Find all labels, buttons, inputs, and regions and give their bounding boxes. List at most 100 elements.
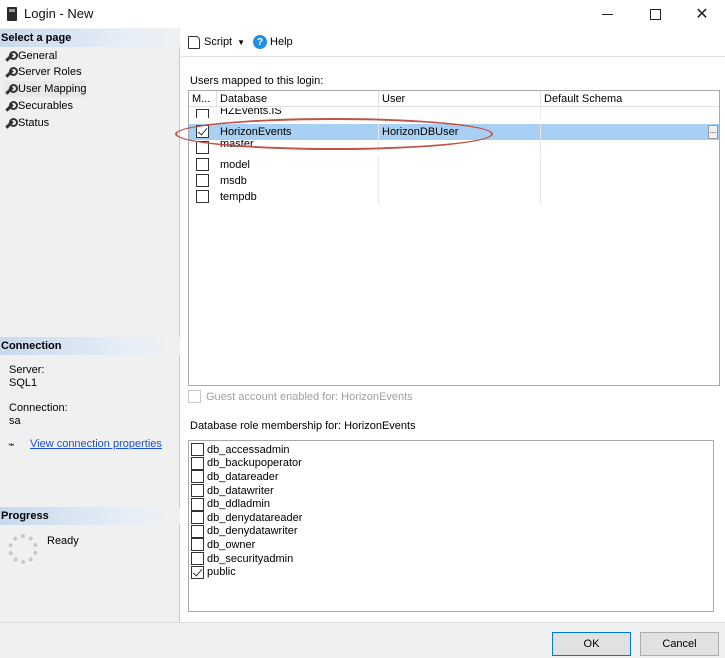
list-item[interactable]: public — [191, 565, 236, 579]
list-item[interactable]: db_denydatawriter — [191, 524, 298, 539]
list-item[interactable]: db_datawriter — [191, 484, 274, 498]
role-label: db_securityadmin — [207, 552, 294, 565]
map-checkbox[interactable] — [196, 174, 209, 187]
maximize-icon — [649, 8, 661, 20]
user-cell[interactable] — [379, 108, 541, 118]
guest-account-row: Guest account enabled for: HorizonEvents — [188, 390, 413, 403]
grid-header: M... Database User Default Schema — [189, 91, 719, 107]
role-checkbox[interactable] — [191, 470, 204, 484]
list-item[interactable]: db_datareader — [191, 470, 279, 484]
role-label: db_datareader — [207, 470, 279, 483]
nav-item-label: User Mapping — [18, 83, 87, 95]
users-mapped-grid: M... Database User Default Schema HZEven… — [188, 90, 720, 386]
nav-item-user-mapping[interactable]: User Mapping — [4, 81, 87, 97]
table-row[interactable]: HZEvents.IS — [189, 108, 719, 118]
table-row[interactable]: master — [189, 140, 719, 156]
column-header-database[interactable]: Database — [217, 91, 379, 107]
role-checkbox[interactable] — [191, 524, 204, 538]
user-cell[interactable] — [379, 189, 541, 205]
role-checkbox[interactable] — [191, 484, 204, 498]
list-item[interactable]: db_ddladmin — [191, 497, 270, 511]
map-checkbox[interactable] — [196, 158, 209, 171]
role-checkbox[interactable] — [191, 511, 204, 525]
role-checkbox[interactable] — [191, 497, 204, 511]
list-item[interactable]: db_securityadmin — [191, 552, 293, 566]
database-cell: master — [217, 140, 379, 152]
role-checkbox[interactable] — [191, 552, 204, 566]
nav-item-status[interactable]: Status — [4, 115, 49, 131]
role-checkbox[interactable] — [191, 565, 204, 579]
database-cell: msdb — [217, 173, 379, 189]
column-header-user[interactable]: User — [379, 91, 541, 107]
nav-item-label: Securables — [18, 100, 74, 112]
cancel-button[interactable]: Cancel — [640, 632, 719, 656]
chevron-down-icon[interactable]: ▼ — [237, 38, 245, 47]
connection-properties-icon: ⌁ — [8, 439, 15, 451]
user-cell[interactable] — [379, 140, 541, 156]
role-checkbox[interactable] — [191, 456, 204, 470]
ok-button[interactable]: OK — [552, 632, 631, 656]
nav-item-securables[interactable]: Securables — [4, 98, 73, 114]
progress-spinner-icon — [8, 534, 38, 564]
schema-cell[interactable] — [541, 124, 719, 140]
view-connection-properties-link[interactable]: View connection properties — [30, 438, 162, 450]
guest-account-label: Guest account enabled for: HorizonEvents — [206, 390, 413, 403]
script-label: Script — [204, 36, 233, 48]
map-checkbox[interactable] — [196, 125, 209, 138]
list-item[interactable]: db_backupoperator — [191, 456, 302, 471]
schema-cell[interactable] — [541, 189, 719, 205]
table-row[interactable]: msdb — [189, 173, 719, 189]
window-title: Login - New — [24, 6, 94, 21]
database-cell: model — [217, 157, 379, 173]
connection-label: Connection: — [9, 402, 68, 414]
users-mapped-label: Users mapped to this login: — [190, 75, 324, 87]
list-item[interactable]: db_denydatareader — [191, 511, 302, 525]
nav-item-label: General — [18, 50, 58, 62]
nav-item-general[interactable]: General — [4, 48, 57, 64]
maximize-button[interactable] — [632, 0, 678, 28]
table-row[interactable]: tempdb — [189, 189, 719, 205]
help-button[interactable]: ? Help — [253, 35, 293, 49]
schema-cell[interactable] — [541, 108, 719, 118]
progress-header: Progress — [0, 507, 180, 525]
table-row-selected[interactable]: HorizonEvents HorizonDBUser ... — [189, 124, 719, 140]
role-checkbox[interactable] — [191, 443, 204, 457]
script-button[interactable]: Script ▼ — [188, 35, 245, 49]
connection-header: Connection — [0, 337, 180, 355]
role-label: db_backupoperator — [207, 457, 302, 470]
table-row[interactable]: model — [189, 157, 719, 173]
minimize-button[interactable] — [584, 0, 630, 28]
column-header-map[interactable]: M... — [189, 91, 217, 107]
toolbar-divider — [181, 56, 725, 57]
title-bar: Login - New ✕ — [0, 0, 725, 28]
guest-account-checkbox[interactable] — [188, 390, 201, 403]
progress-status: Ready — [47, 535, 79, 547]
help-icon: ? — [253, 35, 268, 49]
app-icon — [7, 7, 17, 21]
close-button[interactable]: ✕ — [679, 0, 725, 28]
role-label: db_owner — [207, 538, 256, 551]
schema-cell[interactable] — [541, 157, 719, 173]
schema-cell[interactable] — [541, 173, 719, 189]
user-cell[interactable] — [379, 157, 541, 173]
nav-item-label: Server Roles — [18, 66, 82, 78]
role-checkbox[interactable] — [191, 538, 204, 552]
column-header-default-schema[interactable]: Default Schema — [541, 91, 719, 107]
user-cell[interactable]: HorizonDBUser — [379, 124, 541, 140]
user-cell[interactable] — [379, 173, 541, 189]
nav-item-label: Status — [18, 117, 50, 129]
database-cell: tempdb — [217, 189, 379, 205]
toolbar: Script ▼ ? Help — [181, 28, 725, 56]
map-checkbox[interactable] — [196, 190, 209, 203]
role-membership-list: db_accessadmin db_backupoperator db_data… — [188, 440, 714, 612]
role-label: db_denydatareader — [207, 511, 303, 524]
map-checkbox[interactable] — [196, 141, 209, 154]
list-item[interactable]: db_owner — [191, 538, 255, 552]
map-checkbox[interactable] — [196, 109, 209, 118]
list-item[interactable]: db_accessadmin — [191, 443, 290, 457]
wrench-icon — [4, 83, 18, 95]
nav-item-server-roles[interactable]: Server Roles — [4, 64, 82, 80]
schema-cell[interactable] — [541, 140, 719, 156]
close-icon: ✕ — [695, 6, 709, 23]
schema-browse-button[interactable]: ... — [708, 125, 718, 139]
